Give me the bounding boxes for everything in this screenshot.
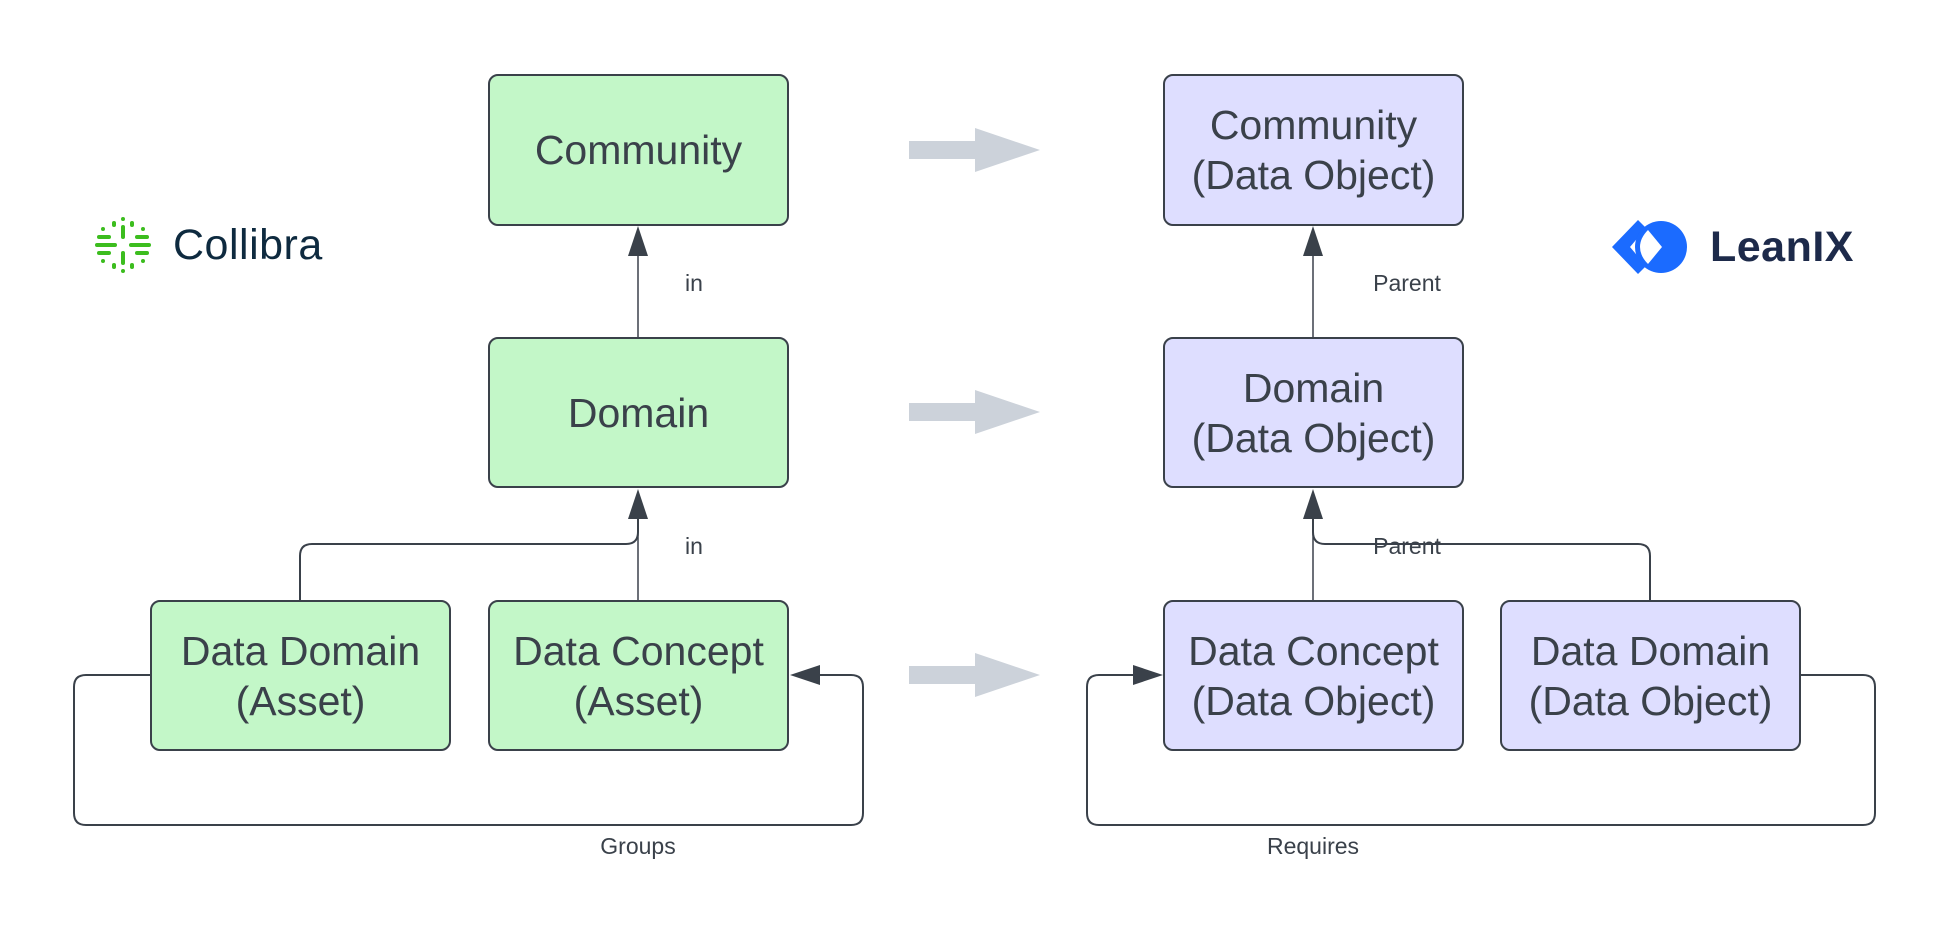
connectors-layer [73, 128, 1876, 826]
leanix-data-domain-node[interactable]: Data Domain (Data Object) [1500, 600, 1801, 751]
node-title: Domain [567, 389, 710, 436]
node-subtitle: (Data Object) [1528, 677, 1773, 724]
arrowhead-right [1133, 665, 1163, 685]
edge-label-in: in [685, 533, 703, 559]
leanix-wordmark: LeanIX [1710, 222, 1854, 271]
collibra-community-node[interactable]: Community [488, 74, 789, 226]
node-title: Data Concept [513, 627, 764, 674]
node-subtitle: (Asset) [235, 677, 366, 724]
edge-label-parent: Parent [1373, 270, 1441, 296]
leanix-data-concept-node[interactable]: Data Concept (Data Object) [1163, 600, 1464, 751]
node-subtitle: (Data Object) [1191, 677, 1436, 724]
arrowhead-left [790, 665, 820, 685]
edge-label-in: in [685, 270, 703, 296]
collibra-wordmark: Collibra [173, 220, 323, 269]
leanix-icon [1612, 220, 1687, 274]
leanix-logo: LeanIX [1612, 220, 1854, 274]
node-title: Domain [1242, 364, 1385, 411]
node-title: Data Domain [180, 627, 421, 674]
arrowhead-up [628, 226, 648, 256]
collibra-data-domain-node[interactable]: Data Domain (Asset) [150, 600, 451, 751]
mapping-arrow-domain [909, 390, 1040, 434]
edge-label-groups: Groups [600, 833, 676, 859]
arrowhead-up [1303, 489, 1323, 519]
arrowhead-up [1303, 226, 1323, 256]
collibra-domain-node[interactable]: Domain [488, 337, 789, 488]
mapping-arrow-community [909, 128, 1040, 172]
mapping-arrow-data-objects [909, 653, 1040, 697]
leanix-domain-node[interactable]: Domain (Data Object) [1163, 337, 1464, 488]
node-title: Community [1209, 102, 1418, 148]
leanix-community-node[interactable]: Community (Data Object) [1163, 74, 1464, 226]
node-subtitle: (Data Object) [1191, 414, 1436, 461]
node-title: Community [534, 127, 743, 173]
node-subtitle: (Data Object) [1191, 152, 1436, 198]
arrowhead-up [628, 489, 648, 519]
edge-datadomain-to-domain [299, 519, 639, 600]
edge-label-requires: Requires [1266, 833, 1360, 859]
node-title: Data Concept [1188, 627, 1439, 674]
node-title: Data Domain [1530, 627, 1771, 674]
collibra-logo: Collibra [95, 215, 323, 275]
collibra-icon [95, 217, 151, 273]
node-subtitle: (Asset) [573, 677, 704, 724]
edge-lx-datadomain-to-domain [1312, 519, 1651, 600]
edge-label-parent: Parent [1373, 533, 1441, 559]
collibra-data-concept-node[interactable]: Data Concept (Asset) [488, 600, 789, 751]
